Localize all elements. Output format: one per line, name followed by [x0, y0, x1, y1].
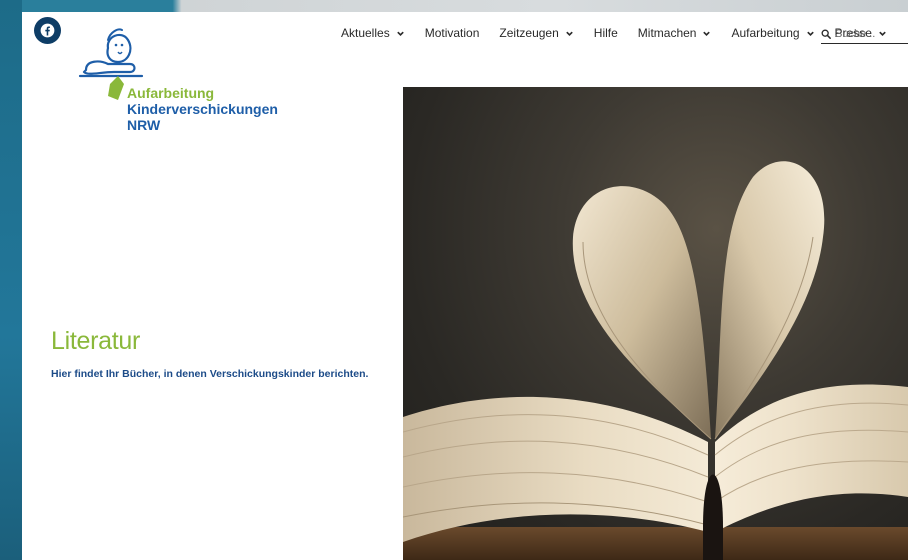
- logo-line-3: NRW: [127, 117, 161, 133]
- logo-text[interactable]: Aufarbeitung Kinderverschickungen NRW: [127, 85, 278, 133]
- nav-item-motivation[interactable]: Motivation: [425, 26, 480, 40]
- page-subtitle: Hier findet Ihr Bücher, in denen Verschi…: [51, 368, 369, 380]
- facebook-icon[interactable]: [34, 17, 61, 44]
- background-left: [0, 0, 22, 560]
- search-icon: [821, 29, 831, 39]
- nav-item-hilfe[interactable]: Hilfe: [594, 26, 618, 40]
- search-box[interactable]: [821, 24, 908, 44]
- chevron-down-icon: [806, 31, 814, 36]
- chevron-down-icon: [566, 31, 573, 36]
- page-title: Literatur: [51, 327, 141, 355]
- chevron-down-icon: [703, 31, 711, 36]
- nav-item-aufarbeitung[interactable]: Aufarbeitung: [731, 26, 814, 40]
- hero-image-book-heart: [403, 87, 908, 560]
- nav-item-zeitzeugen[interactable]: Zeitzeugen: [499, 26, 573, 40]
- nav-item-label: Aufarbeitung: [731, 26, 800, 40]
- search-input[interactable]: [835, 27, 901, 40]
- nav-item-label: Mitmachen: [637, 26, 697, 40]
- logo-line-1: Aufarbeitung: [127, 85, 215, 101]
- background-top: [22, 0, 908, 12]
- nav-item-label: Zeitzeugen: [499, 26, 559, 40]
- nav-item-aktuelles[interactable]: Aktuelles: [341, 26, 405, 40]
- nav-item-label: Hilfe: [593, 26, 618, 40]
- nav-item-mitmachen[interactable]: Mitmachen: [638, 26, 712, 40]
- chevron-down-icon: [396, 31, 404, 36]
- logo-line-2: Kinderverschickungen: [127, 101, 278, 117]
- nav-item-label: Motivation: [424, 26, 480, 40]
- nav-item-label: Aktuelles: [341, 26, 390, 40]
